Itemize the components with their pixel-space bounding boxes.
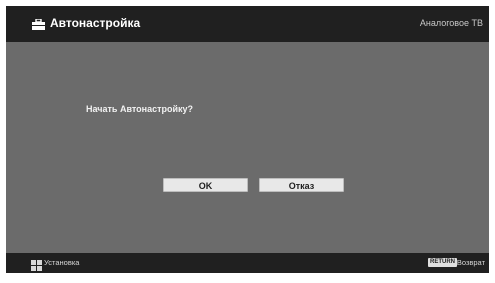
setup-label[interactable]: Установка: [44, 258, 79, 268]
setup-grid-icon: [31, 258, 42, 271]
ok-button[interactable]: OK: [163, 178, 248, 192]
footer-bar: Установка RETURN Возврат: [6, 253, 489, 273]
toolbox-icon: [32, 17, 45, 30]
header-bar: Автонастройка Аналоговое ТВ: [6, 6, 489, 42]
return-key-icon: RETURN: [428, 258, 457, 267]
tv-screen: Автонастройка Аналоговое ТВ Начать Автон…: [6, 6, 489, 273]
back-label[interactable]: Возврат: [457, 258, 485, 268]
input-source-label: Аналоговое ТВ: [419, 18, 483, 28]
autotune-question: Начать Автонастройку?: [86, 104, 194, 114]
cancel-button[interactable]: Отказ: [259, 178, 344, 192]
page-title: Автонастройка: [50, 16, 141, 30]
